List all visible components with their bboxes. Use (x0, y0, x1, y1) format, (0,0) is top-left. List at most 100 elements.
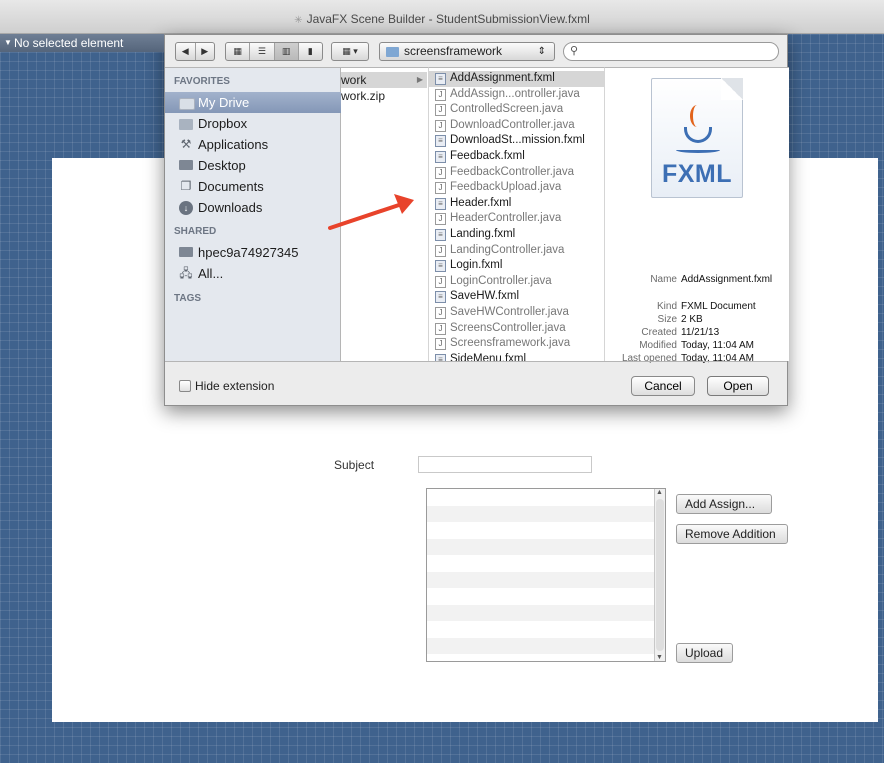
sidebar-item-downloads[interactable]: ↓ Downloads (165, 197, 341, 218)
meta-value: 2 KB (681, 314, 703, 325)
column-item-work[interactable]: work ▶ (341, 72, 427, 88)
sidebar-item-my-drive[interactable]: My Drive (165, 92, 341, 113)
java-file-icon: J (435, 322, 446, 335)
file-item[interactable]: J ControlledScreen.java (429, 102, 604, 118)
list-row[interactable] (427, 489, 665, 506)
scroll-down-arrow-icon[interactable]: ▼ (656, 654, 663, 661)
file-item[interactable]: ≡ DownloadSt...mission.fxml (429, 133, 604, 149)
file-name: ControlledScreen.java (450, 103, 564, 116)
file-item[interactable]: J ScreensController.java (429, 321, 604, 337)
disclosure-triangle-icon[interactable]: ▼ (4, 38, 12, 47)
column-item-work-zip[interactable]: work.zip (341, 88, 427, 104)
sidebar-item-applications[interactable]: ⚒ Applications (165, 134, 341, 155)
java-file-icon: J (435, 119, 446, 132)
meta-key: Created (641, 327, 677, 338)
java-file-icon: J (435, 213, 446, 226)
search-icon: ⚲ (570, 45, 579, 57)
file-name: LandingController.java (450, 243, 565, 256)
icon-view-icon[interactable]: ▦ (226, 43, 251, 60)
file-item[interactable]: ≡ AddAssignment.fxml (429, 71, 604, 87)
view-mode-control[interactable]: ▦ ☰ ▥ ▮ (225, 42, 323, 61)
sidebar-item-desktop[interactable]: Desktop (165, 155, 341, 176)
back-forward-control[interactable]: ◀ ▶ (175, 42, 215, 61)
java-file-icon: J (435, 88, 446, 101)
file-item[interactable]: J DownloadController.java (429, 118, 604, 134)
applications-icon: ⚒ (180, 137, 192, 151)
open-file-dialog: ◀ ▶ ▦ ☰ ▥ ▮ ▦ ▾ screensframework ⇕ ⚲ FAV… (164, 34, 789, 406)
file-item[interactable]: ≡ Feedback.fxml (429, 149, 604, 165)
red-annotation-arrow-icon (328, 194, 414, 230)
computer-icon (179, 246, 193, 259)
search-input[interactable] (584, 44, 772, 59)
folder-icon (386, 47, 399, 57)
assignment-list[interactable]: ▲ ▼ (426, 488, 666, 662)
list-row[interactable] (427, 505, 665, 522)
sidebar-item-dropbox[interactable]: Dropbox (165, 113, 341, 134)
file-item[interactable]: J Screensframework.java (429, 336, 604, 352)
java-file-icon: J (435, 307, 446, 319)
list-row[interactable] (427, 621, 665, 638)
checkbox-box[interactable] (179, 380, 191, 392)
downloads-icon: ↓ (179, 201, 193, 215)
list-row[interactable] (427, 637, 665, 654)
open-button[interactable]: Open (707, 376, 769, 396)
tags-header: TAGS (174, 293, 202, 304)
remove-addition-button[interactable]: Remove Addition (676, 524, 788, 544)
file-name: Feedback.fxml (450, 150, 525, 162)
coverflow-view-icon[interactable]: ▮ (299, 43, 322, 60)
file-item[interactable]: J FeedbackUpload.java (429, 180, 604, 196)
list-row[interactable] (427, 555, 665, 572)
cancel-button[interactable]: Cancel (631, 376, 695, 396)
dialog-toolbar: ◀ ▶ ▦ ☰ ▥ ▮ ▦ ▾ screensframework ⇕ ⚲ (165, 35, 787, 67)
forward-arrow-icon[interactable]: ▶ (196, 43, 215, 60)
arrange-grid-icon[interactable]: ▦ ▾ (332, 43, 368, 60)
file-item[interactable]: J LoginController.java (429, 274, 604, 290)
sidebar-item-all[interactable]: 🖧 All... (165, 263, 341, 284)
back-arrow-icon[interactable]: ◀ (176, 43, 196, 60)
sidebar-item-hpec9a74927345[interactable]: hpec9a74927345 (165, 242, 341, 263)
list-row[interactable] (427, 522, 665, 539)
window-title: JavaFX Scene Builder - StudentSubmission… (306, 12, 590, 26)
java-file-icon: J (435, 166, 446, 179)
location-popup[interactable]: screensframework ⇕ (379, 42, 555, 61)
scroll-thumb[interactable] (656, 499, 664, 651)
list-scrollbar[interactable]: ▲ ▼ (654, 489, 665, 661)
file-name: FeedbackUpload.java (450, 181, 562, 194)
file-name: FeedbackController.java (450, 165, 575, 178)
javafx-logo-icon: ✳ (294, 15, 303, 26)
file-name: Header.fxml (450, 196, 512, 209)
add-assignment-button[interactable]: Add Assign... (676, 494, 772, 514)
search-box[interactable]: ⚲ (563, 42, 779, 61)
java-cup-icon (676, 105, 720, 155)
list-row[interactable] (427, 588, 665, 605)
column-view-icon[interactable]: ▥ (274, 43, 299, 60)
list-row[interactable] (427, 538, 665, 555)
file-item[interactable]: J AddAssign...ontroller.java (429, 87, 604, 103)
file-name: SaveHWController.java (450, 306, 569, 318)
arrange-menu[interactable]: ▦ ▾ (331, 42, 369, 61)
inspector-status: No selected element (14, 36, 124, 50)
inspector-header[interactable]: ▼ No selected element (0, 34, 164, 52)
upload-button[interactable]: Upload (676, 643, 733, 663)
file-item[interactable]: ≡ Login.fxml (429, 258, 604, 274)
file-item[interactable]: J FeedbackController.java (429, 165, 604, 181)
subject-field[interactable] (418, 456, 592, 473)
hide-extension-checkbox[interactable]: Hide extension (179, 379, 274, 393)
meta-value: AddAssignment.fxml (681, 274, 773, 285)
meta-row: Kind FXML Document (605, 301, 789, 314)
fxml-file-icon: ≡ (435, 73, 446, 85)
file-item[interactable]: J SaveHWController.java (429, 305, 604, 321)
list-row[interactable] (427, 571, 665, 588)
file-item[interactable]: ≡ SideMenu.fxml (429, 352, 604, 361)
list-row[interactable] (427, 604, 665, 621)
scroll-up-arrow-icon[interactable]: ▲ (656, 489, 663, 496)
file-item[interactable]: ≡ SaveHW.fxml (429, 289, 604, 305)
location-label: screensframework (404, 44, 503, 58)
sidebar-item-documents[interactable]: ❐ Documents (165, 176, 341, 197)
file-item[interactable]: ≡ Header.fxml (429, 196, 604, 212)
subject-label: Subject (334, 458, 375, 472)
file-item[interactable]: J LandingController.java (429, 243, 604, 259)
list-view-icon[interactable]: ☰ (250, 43, 275, 60)
file-item[interactable]: ≡ Landing.fxml (429, 227, 604, 243)
file-item[interactable]: J HeaderController.java (429, 211, 604, 227)
